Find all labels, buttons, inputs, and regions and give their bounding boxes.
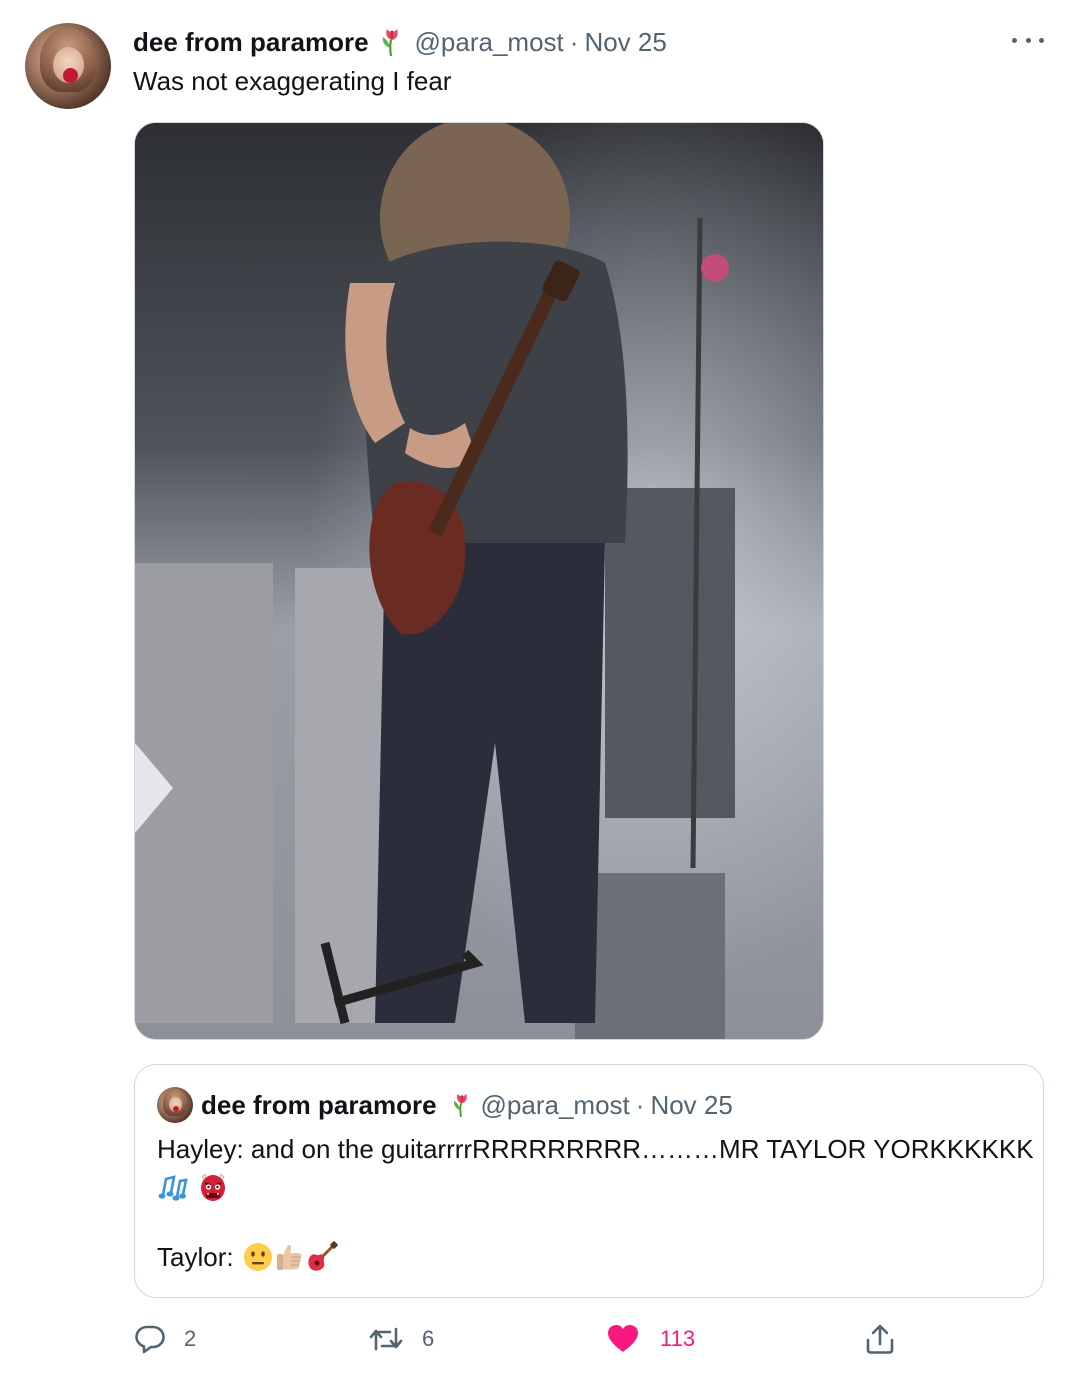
separator: · bbox=[635, 1089, 645, 1120]
tulip-icon bbox=[449, 1091, 473, 1119]
quoted-text-line1: Hayley: and on the guitarrrrRRRRRRRRR………… bbox=[157, 1134, 1034, 1164]
ogre-icon bbox=[197, 1171, 229, 1203]
neutral-face-icon bbox=[242, 1241, 274, 1273]
reply-button[interactable]: 2 bbox=[134, 1316, 196, 1362]
reply-icon bbox=[134, 1323, 166, 1355]
more-icon[interactable] bbox=[1012, 30, 1044, 50]
musical-notes-icon bbox=[157, 1171, 189, 1203]
heart-icon bbox=[606, 1323, 640, 1355]
tweet-header: dee from paramore @para_most · Nov 25 bbox=[133, 24, 667, 60]
quoted-author-name: dee from paramore bbox=[201, 1089, 437, 1120]
share-icon bbox=[862, 1322, 898, 1356]
tweet-date[interactable]: Nov 25 bbox=[584, 27, 666, 58]
separator: · bbox=[569, 26, 579, 57]
tweet-photo[interactable] bbox=[134, 122, 824, 1040]
like-count: 113 bbox=[660, 1326, 696, 1351]
quoted-text-line2 bbox=[157, 1170, 229, 1204]
guitar-icon bbox=[306, 1241, 338, 1273]
tweet-actions: 2 6 113 bbox=[0, 1316, 1076, 1362]
like-button[interactable]: 113 bbox=[606, 1316, 695, 1362]
quoted-text-taylor: Taylor: bbox=[157, 1241, 234, 1272]
retweet-button[interactable]: 6 bbox=[368, 1316, 434, 1362]
tweet-text: Was not exaggerating I fear bbox=[133, 66, 452, 96]
quoted-author-handle: @para_most bbox=[480, 1089, 630, 1120]
reply-count: 2 bbox=[184, 1326, 197, 1351]
quoted-author-avatar bbox=[157, 1087, 193, 1123]
thumbs-up-icon bbox=[274, 1241, 306, 1273]
author-name[interactable]: dee from paramore bbox=[133, 27, 369, 58]
quoted-tweet-header: dee from paramore @para_most · Nov 25 bbox=[201, 1087, 733, 1123]
retweet-icon bbox=[368, 1323, 404, 1355]
author-avatar[interactable] bbox=[25, 23, 111, 109]
tulip-icon bbox=[377, 26, 405, 58]
retweet-count: 6 bbox=[422, 1326, 435, 1351]
quoted-text-line3: Taylor: bbox=[157, 1240, 338, 1274]
quoted-tweet-date: Nov 25 bbox=[650, 1089, 733, 1120]
author-handle[interactable]: @para_most bbox=[415, 27, 564, 58]
share-button[interactable] bbox=[862, 1316, 898, 1362]
